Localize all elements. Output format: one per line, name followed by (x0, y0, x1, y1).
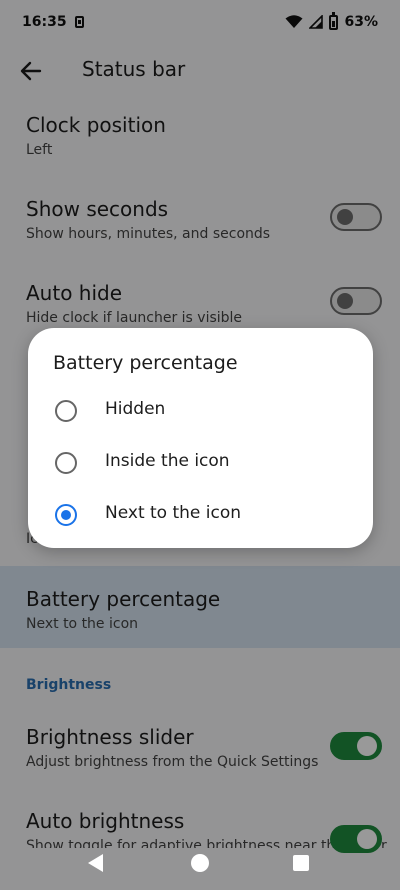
dialog-title: Battery percentage (53, 352, 238, 374)
radio-unchecked-icon[interactable] (55, 452, 77, 474)
nav-recents-icon[interactable] (293, 855, 309, 871)
option-next-label: Next to the icon (105, 503, 242, 523)
battery-percentage-dialog: Battery percentage Hidden Inside the ico… (28, 328, 373, 548)
option-next-to-the-icon[interactable]: Next to the icon (28, 490, 373, 542)
option-hidden-label: Hidden (105, 399, 166, 419)
navigation-bar (0, 846, 400, 890)
nav-home-icon[interactable] (191, 854, 209, 872)
nav-back-icon[interactable] (88, 854, 103, 872)
radio-unchecked-icon[interactable] (55, 400, 77, 422)
option-inside-the-icon[interactable]: Inside the icon (28, 438, 373, 490)
option-hidden[interactable]: Hidden (28, 386, 373, 438)
option-inside-label: Inside the icon (105, 451, 230, 471)
radio-checked-icon[interactable] (55, 504, 77, 526)
